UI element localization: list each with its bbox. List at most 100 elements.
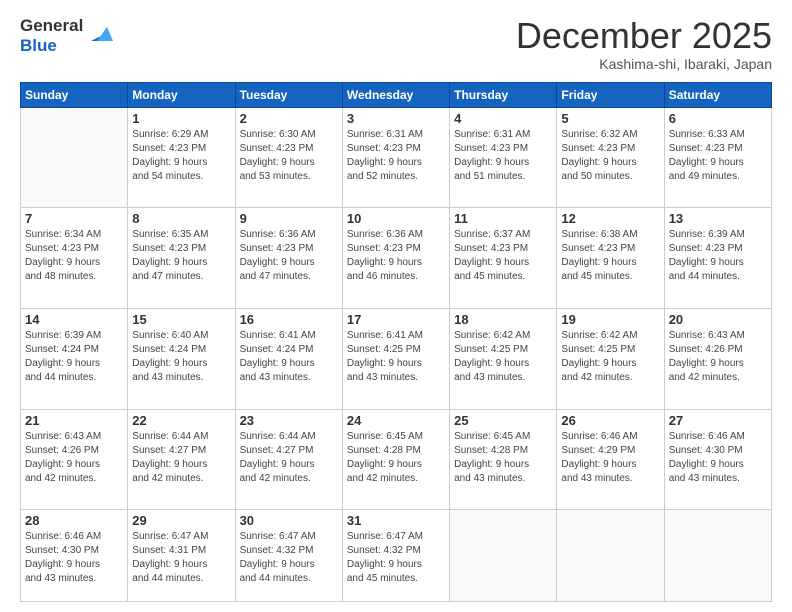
calendar-header-sunday: Sunday: [21, 82, 128, 107]
day-number: 1: [132, 111, 230, 126]
logo-icon: [85, 19, 113, 47]
day-number: 31: [347, 513, 445, 528]
day-info: Sunrise: 6:31 AM Sunset: 4:23 PM Dayligh…: [454, 128, 552, 184]
day-number: 27: [669, 413, 767, 428]
day-number: 28: [25, 513, 123, 528]
day-number: 11: [454, 211, 552, 226]
day-number: 29: [132, 513, 230, 528]
calendar-cell: 31Sunrise: 6:47 AM Sunset: 4:32 PM Dayli…: [342, 510, 449, 602]
calendar-cell: 24Sunrise: 6:45 AM Sunset: 4:28 PM Dayli…: [342, 409, 449, 510]
day-info: Sunrise: 6:36 AM Sunset: 4:23 PM Dayligh…: [347, 228, 445, 284]
day-number: 2: [240, 111, 338, 126]
calendar-header-row: SundayMondayTuesdayWednesdayThursdayFrid…: [21, 82, 772, 107]
calendar-cell: [664, 510, 771, 602]
calendar-cell: 23 Sunrise: 6:44 AM Sunset: 4:27 PM Dayli…: [235, 409, 342, 510]
calendar-header-friday: Friday: [557, 82, 664, 107]
calendar-cell: [21, 107, 128, 208]
calendar-cell: [557, 510, 664, 602]
calendar-cell: 21 Sunrise: 6:43 AM Sunset: 4:26 PM Dayli…: [21, 409, 128, 510]
day-number: 7: [25, 211, 123, 226]
calendar-cell: 8 Sunrise: 6:35 AM Sunset: 4:23 PM Daylig…: [128, 208, 235, 309]
day-info: Sunrise: 6:35 AM Sunset: 4:23 PM Dayligh…: [132, 228, 230, 284]
day-info: Sunrise: 6:40 AM Sunset: 4:24 PM Dayligh…: [132, 329, 230, 385]
day-info: Sunrise: 6:43 AM Sunset: 4:26 PM Dayligh…: [25, 430, 123, 486]
day-number: 3: [347, 111, 445, 126]
calendar-header-tuesday: Tuesday: [235, 82, 342, 107]
day-info: Sunrise: 6:44 AM Sunset: 4:27 PM Dayligh…: [240, 430, 338, 486]
day-number: 25: [454, 413, 552, 428]
calendar-cell: 26Sunrise: 6:46 AM Sunset: 4:29 PM Dayli…: [557, 409, 664, 510]
day-number: 12: [561, 211, 659, 226]
calendar-cell: 17 Sunrise: 6:41 AM Sunset: 4:25 PM Dayli…: [342, 309, 449, 410]
day-info: Sunrise: 6:46 AM Sunset: 4:30 PM Dayligh…: [25, 530, 123, 586]
location: Kashima-shi, Ibaraki, Japan: [516, 56, 772, 72]
calendar-cell: 29 Sunrise: 6:47 AM Sunset: 4:31 PM Dayli…: [128, 510, 235, 602]
calendar-cell: 12 Sunrise: 6:38 AM Sunset: 4:23 PM Dayli…: [557, 208, 664, 309]
day-info: Sunrise: 6:47 AM Sunset: 4:32 PM Dayligh…: [240, 530, 338, 586]
day-number: 22: [132, 413, 230, 428]
calendar-cell: 10 Sunrise: 6:36 AM Sunset: 4:23 PM Dayli…: [342, 208, 449, 309]
calendar-cell: 9 Sunrise: 6:36 AM Sunset: 4:23 PM Daylig…: [235, 208, 342, 309]
title-block: December 2025 Kashima-shi, Ibaraki, Japa…: [516, 16, 772, 72]
calendar-table: SundayMondayTuesdayWednesdayThursdayFrid…: [20, 82, 772, 602]
day-number: 14: [25, 312, 123, 327]
calendar-cell: 19 Sunrise: 6:42 AM Sunset: 4:25 PM Dayli…: [557, 309, 664, 410]
header: General Blue December 2025 Kashima-shi, …: [20, 16, 772, 72]
day-number: 9: [240, 211, 338, 226]
calendar-cell: 14Sunrise: 6:39 AM Sunset: 4:24 PM Dayli…: [21, 309, 128, 410]
day-number: 21: [25, 413, 123, 428]
day-info: Sunrise: 6:42 AM Sunset: 4:25 PM Dayligh…: [561, 329, 659, 385]
day-number: 23: [240, 413, 338, 428]
day-info: Sunrise: 6:33 AM Sunset: 4:23 PM Dayligh…: [669, 128, 767, 184]
calendar-header-saturday: Saturday: [664, 82, 771, 107]
calendar-cell: 16Sunrise: 6:41 AM Sunset: 4:24 PM Dayli…: [235, 309, 342, 410]
day-number: 10: [347, 211, 445, 226]
logo-general: General: [20, 16, 83, 36]
day-number: 17: [347, 312, 445, 327]
calendar-cell: 18Sunrise: 6:42 AM Sunset: 4:25 PM Dayli…: [450, 309, 557, 410]
calendar-cell: 3 Sunrise: 6:31 AM Sunset: 4:23 PM Daylig…: [342, 107, 449, 208]
calendar-week-3: 14Sunrise: 6:39 AM Sunset: 4:24 PM Dayli…: [21, 309, 772, 410]
day-number: 30: [240, 513, 338, 528]
day-number: 16: [240, 312, 338, 327]
day-info: Sunrise: 6:42 AM Sunset: 4:25 PM Dayligh…: [454, 329, 552, 385]
day-number: 15: [132, 312, 230, 327]
day-info: Sunrise: 6:29 AM Sunset: 4:23 PM Dayligh…: [132, 128, 230, 184]
calendar-cell: 28 Sunrise: 6:46 AM Sunset: 4:30 PM Dayli…: [21, 510, 128, 602]
day-info: Sunrise: 6:44 AM Sunset: 4:27 PM Dayligh…: [132, 430, 230, 486]
day-number: 4: [454, 111, 552, 126]
calendar-cell: 13 Sunrise: 6:39 AM Sunset: 4:23 PM Dayli…: [664, 208, 771, 309]
day-number: 13: [669, 211, 767, 226]
calendar-cell: 11Sunrise: 6:37 AM Sunset: 4:23 PM Dayli…: [450, 208, 557, 309]
day-info: Sunrise: 6:47 AM Sunset: 4:31 PM Dayligh…: [132, 530, 230, 586]
day-number: 8: [132, 211, 230, 226]
day-number: 19: [561, 312, 659, 327]
day-info: Sunrise: 6:43 AM Sunset: 4:26 PM Dayligh…: [669, 329, 767, 385]
page: General Blue December 2025 Kashima-shi, …: [0, 0, 792, 612]
day-info: Sunrise: 6:36 AM Sunset: 4:23 PM Dayligh…: [240, 228, 338, 284]
day-info: Sunrise: 6:41 AM Sunset: 4:25 PM Dayligh…: [347, 329, 445, 385]
calendar-cell: 2 Sunrise: 6:30 AM Sunset: 4:23 PM Daylig…: [235, 107, 342, 208]
calendar-cell: [450, 510, 557, 602]
calendar-cell: 20 Sunrise: 6:43 AM Sunset: 4:26 PM Dayli…: [664, 309, 771, 410]
day-info: Sunrise: 6:45 AM Sunset: 4:28 PM Dayligh…: [347, 430, 445, 486]
calendar-cell: 4 Sunrise: 6:31 AM Sunset: 4:23 PM Daylig…: [450, 107, 557, 208]
calendar-cell: 30 Sunrise: 6:47 AM Sunset: 4:32 PM Dayli…: [235, 510, 342, 602]
month-title: December 2025: [516, 16, 772, 56]
calendar-cell: 5Sunrise: 6:32 AM Sunset: 4:23 PM Daylig…: [557, 107, 664, 208]
calendar-week-1: 1 Sunrise: 6:29 AM Sunset: 4:23 PM Daylig…: [21, 107, 772, 208]
day-info: Sunrise: 6:31 AM Sunset: 4:23 PM Dayligh…: [347, 128, 445, 184]
calendar-cell: 7Sunrise: 6:34 AM Sunset: 4:23 PM Daylig…: [21, 208, 128, 309]
day-info: Sunrise: 6:39 AM Sunset: 4:23 PM Dayligh…: [669, 228, 767, 284]
logo-blue: Blue: [20, 36, 83, 56]
day-info: Sunrise: 6:46 AM Sunset: 4:29 PM Dayligh…: [561, 430, 659, 486]
day-info: Sunrise: 6:45 AM Sunset: 4:28 PM Dayligh…: [454, 430, 552, 486]
calendar-header-thursday: Thursday: [450, 82, 557, 107]
day-info: Sunrise: 6:38 AM Sunset: 4:23 PM Dayligh…: [561, 228, 659, 284]
day-info: Sunrise: 6:32 AM Sunset: 4:23 PM Dayligh…: [561, 128, 659, 184]
day-number: 20: [669, 312, 767, 327]
calendar-header-monday: Monday: [128, 82, 235, 107]
calendar-week-2: 7Sunrise: 6:34 AM Sunset: 4:23 PM Daylig…: [21, 208, 772, 309]
day-info: Sunrise: 6:30 AM Sunset: 4:23 PM Dayligh…: [240, 128, 338, 184]
calendar-cell: 27Sunrise: 6:46 AM Sunset: 4:30 PM Dayli…: [664, 409, 771, 510]
